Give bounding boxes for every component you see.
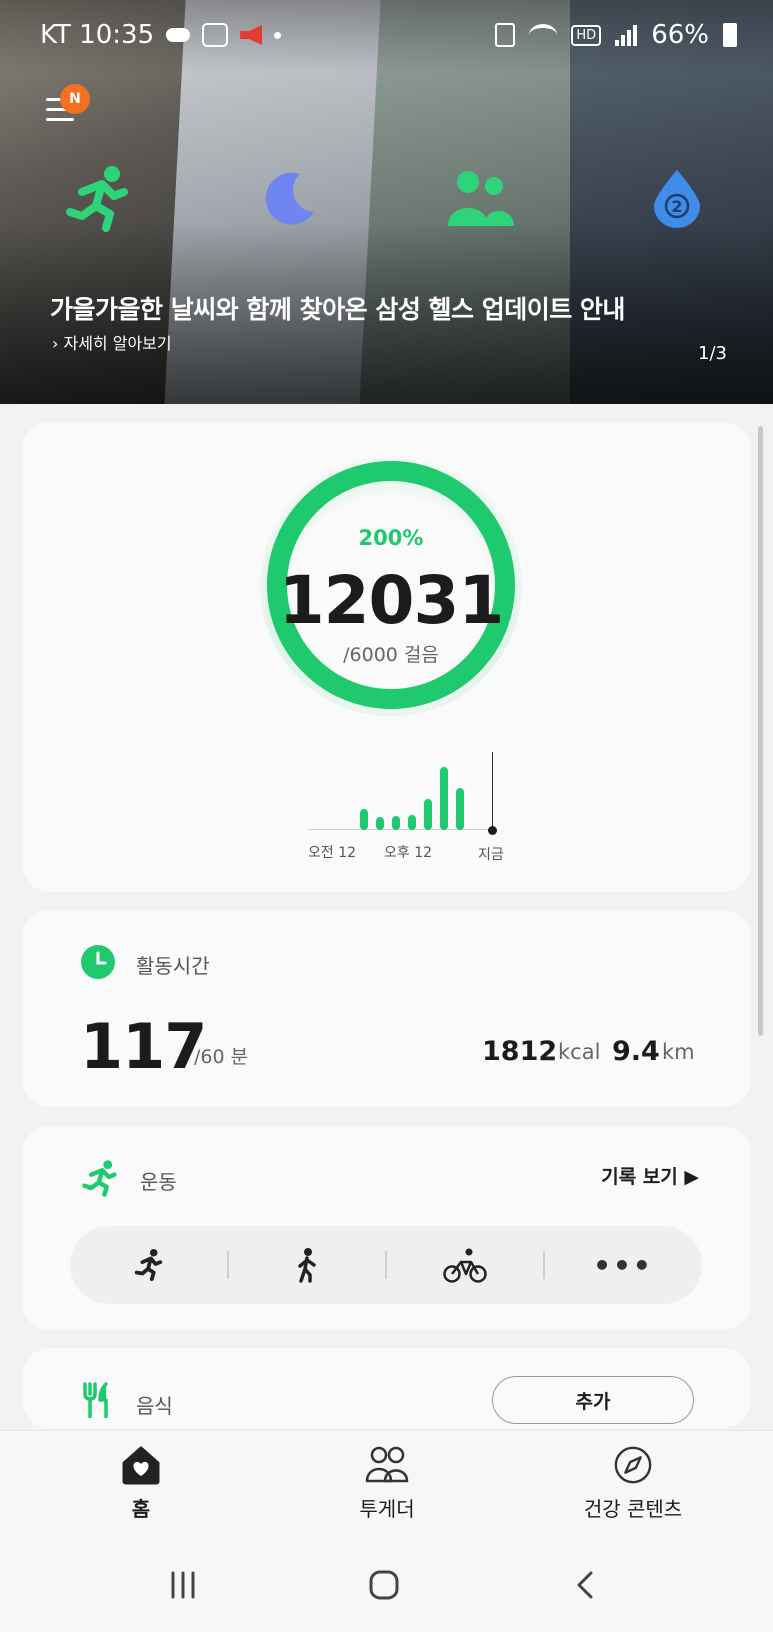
signal-icon xyxy=(615,24,638,46)
notification-dot-icon xyxy=(274,31,282,39)
food-label: 음식 xyxy=(136,1394,173,1418)
exercise-shortcut-bar: ••• xyxy=(70,1226,702,1304)
calories-value: 1812 xyxy=(482,1036,558,1067)
home-button-icon[interactable] xyxy=(368,1570,400,1600)
hd-voice-icon: HD xyxy=(571,24,602,46)
cloud-icon xyxy=(166,28,191,42)
active-time-value: 117 xyxy=(80,1010,207,1083)
running-icon xyxy=(66,166,128,232)
exercise-cycling-button[interactable] xyxy=(386,1226,544,1304)
active-time-unit: /60 분 xyxy=(194,1046,249,1068)
bottom-navigation: 홈 투게더 건강 콘텐츠 xyxy=(0,1430,773,1542)
wifi-icon xyxy=(529,24,558,46)
water-count: 2 xyxy=(671,197,682,216)
distance-value: 9.4 xyxy=(612,1036,660,1067)
food-card[interactable]: 음식 추가 xyxy=(22,1348,751,1428)
nav-together[interactable]: 투게더 xyxy=(258,1445,516,1522)
more-icon: ••• xyxy=(593,1248,653,1282)
hourly-bar xyxy=(392,816,400,830)
hero-page-indicator: 1/3 xyxy=(698,343,727,364)
hourly-bar xyxy=(424,798,432,830)
scrollbar[interactable] xyxy=(758,426,763,1036)
calories-unit: kcal xyxy=(558,1040,601,1064)
distance-unit: km xyxy=(662,1040,695,1064)
tick-now: 지금 xyxy=(478,847,504,863)
nav-discover[interactable]: 건강 콘텐츠 xyxy=(504,1445,762,1522)
nav-home[interactable]: 홈 xyxy=(12,1445,270,1522)
running-icon xyxy=(134,1248,163,1282)
water-drop-icon: 2 xyxy=(654,170,700,228)
people-icon xyxy=(448,171,514,226)
fork-knife-icon xyxy=(83,1382,108,1418)
now-marker-dot xyxy=(488,826,497,835)
vibrate-icon xyxy=(495,23,516,47)
status-bar: KT 10:35 HD 66% xyxy=(0,0,773,72)
view-history-button[interactable]: 기록 보기 ▶ xyxy=(601,1162,699,1189)
hourly-bar xyxy=(408,814,416,830)
tick-am: 오전 12 xyxy=(308,845,357,861)
exercise-walking-button[interactable] xyxy=(228,1226,386,1304)
battery-text: 66% xyxy=(651,20,709,50)
hero-title: 가을가을한 날씨와 함께 찾아온 삼성 헬스 업데이트 안내 xyxy=(50,295,625,324)
new-badge: N xyxy=(60,84,90,114)
clock-icon xyxy=(81,945,115,979)
exercise-running-button[interactable] xyxy=(70,1226,228,1304)
walking-icon xyxy=(298,1248,316,1283)
active-time-card[interactable]: 활동시간 117 /60 분 1812 kcal 9.4 km xyxy=(22,910,751,1107)
recent-apps-icon[interactable] xyxy=(168,1570,198,1600)
hourly-steps-chart: 오전 12 오후 12 지금 xyxy=(272,752,522,863)
hourly-bar xyxy=(440,767,448,830)
speaker-icon xyxy=(240,25,263,45)
game-launcher-icon xyxy=(202,23,229,47)
cycling-icon xyxy=(443,1248,487,1283)
now-marker-line xyxy=(492,752,493,830)
nav-home-label: 홈 xyxy=(131,1497,151,1521)
exercise-label: 운동 xyxy=(140,1170,177,1194)
hourly-bar xyxy=(376,817,384,830)
steps-count: 12031 xyxy=(278,562,505,639)
compass-icon xyxy=(614,1446,652,1484)
steps-percent: 200% xyxy=(358,526,424,550)
exercise-more-button[interactable]: ••• xyxy=(544,1226,702,1304)
hero-learn-more-link[interactable]: › 자세히 알아보기 xyxy=(52,330,172,354)
tick-pm: 오후 12 xyxy=(384,845,433,861)
system-navigation-bar xyxy=(0,1542,773,1632)
running-icon xyxy=(82,1160,117,1197)
hourly-bar xyxy=(360,809,368,830)
add-food-button[interactable]: 추가 xyxy=(492,1376,694,1424)
back-icon[interactable] xyxy=(574,1570,596,1600)
exercise-card[interactable]: 운동 기록 보기 ▶ ••• xyxy=(22,1126,751,1330)
people-icon xyxy=(365,1446,409,1483)
steps-card[interactable]: 200% 12031 /6000 걸음 오전 12 오후 12 지금 xyxy=(22,422,751,892)
active-time-label: 활동시간 xyxy=(136,954,210,978)
carrier-time: KT 10:35 xyxy=(40,20,155,50)
home-heart-icon xyxy=(122,1446,160,1485)
hourly-bar xyxy=(456,788,464,830)
moon-icon xyxy=(265,172,314,225)
battery-icon xyxy=(723,23,737,47)
steps-goal: /6000 걸음 xyxy=(343,644,439,666)
nav-together-label: 투게더 xyxy=(359,1497,415,1521)
hero-banner[interactable]: KT 10:35 HD 66% N 2 가을가을한 날씨와 함께 찾아온 삼성 … xyxy=(0,0,773,404)
nav-discover-label: 건강 콘텐츠 xyxy=(583,1497,683,1521)
